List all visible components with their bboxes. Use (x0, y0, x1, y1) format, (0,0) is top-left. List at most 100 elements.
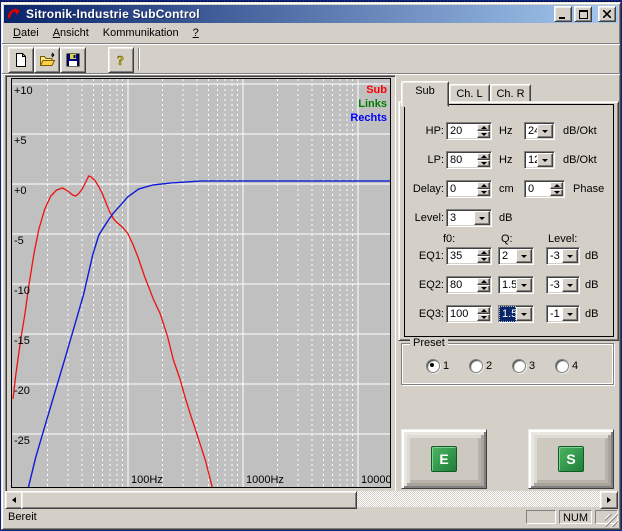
dropdown-arrow-icon[interactable] (562, 278, 578, 292)
eq3-level-select[interactable]: -1 (546, 305, 580, 323)
delay-value: 0 (447, 181, 477, 197)
app-icon (7, 7, 21, 21)
hp-frequency-spinner[interactable] (477, 124, 490, 138)
eq1-level-select[interactable]: -3 (546, 247, 580, 265)
horizontal-scrollbar[interactable] (5, 491, 618, 507)
num-lock-indicator: NUM (559, 510, 592, 524)
preset-title: Preset (410, 337, 448, 349)
open-file-icon (39, 52, 56, 68)
delay-input[interactable]: 0 (446, 180, 492, 198)
eq3-f0-input[interactable]: 100 (446, 305, 492, 323)
level-value: 3 (447, 210, 474, 226)
scroll-right-button[interactable] (600, 491, 618, 509)
lp-slope-select[interactable]: 12 (524, 151, 555, 169)
maximize-icon (579, 10, 588, 19)
save-file-button[interactable] (60, 47, 86, 73)
y-axis-label: -15 (14, 335, 30, 347)
preset-radio-3[interactable] (512, 359, 526, 373)
delay-spinner[interactable] (477, 182, 490, 196)
preset-radio-1[interactable] (426, 359, 440, 373)
tab-ch-l-label: Ch. L (456, 88, 482, 100)
eq1-f0-value: 35 (447, 248, 477, 264)
preset-radio-4[interactable] (555, 359, 569, 373)
eq1-f0-input[interactable]: 35 (446, 247, 492, 265)
eq1-q-value: 2 (499, 248, 516, 264)
spin-up-icon (481, 251, 487, 254)
preset-radio-2[interactable] (469, 359, 483, 373)
minimize-button[interactable] (554, 6, 572, 22)
phase-spinner[interactable] (550, 182, 563, 196)
x-axis-label: 1000Hz (246, 474, 284, 486)
s-button[interactable]: S (528, 429, 614, 489)
eq3-q-select[interactable]: 1.5 (498, 305, 534, 323)
eq1-q-select[interactable]: 2 (498, 247, 534, 265)
y-axis-label: -5 (14, 235, 24, 247)
spin-down-icon (481, 316, 487, 319)
tab-sub-label: Sub (415, 85, 435, 97)
eq2-level-value: -3 (547, 277, 562, 293)
eq2-f0-spinner[interactable] (477, 278, 490, 292)
toolbar: ? (4, 45, 618, 73)
spin-up-icon (481, 155, 487, 158)
menu-ansicht[interactable]: Ansicht (46, 25, 96, 41)
help-button[interactable]: ? (108, 47, 134, 73)
dropdown-arrow-icon[interactable] (537, 153, 553, 167)
preset-label-4: 4 (572, 360, 578, 372)
close-button[interactable] (598, 6, 616, 22)
lp-slope-value: 12 (525, 152, 537, 168)
eq1-f0-spinner[interactable] (477, 249, 490, 263)
preset-label-2: 2 (486, 360, 492, 372)
eq2-q-select[interactable]: 1.5 (498, 276, 534, 294)
spin-up-icon (481, 184, 487, 187)
controls-frame (404, 104, 614, 337)
spin-down-icon (481, 191, 487, 194)
e-button[interactable]: E (401, 429, 487, 489)
menu-help[interactable]: ? (186, 25, 206, 41)
dropdown-arrow-icon[interactable] (474, 211, 490, 225)
legend-rechts: Rechts (350, 112, 387, 124)
chart-view: +10+5+0-5-10-15-20-25100Hz1000Hz10000HzS… (5, 75, 396, 493)
preset-label-1: 1 (443, 360, 449, 372)
dropdown-arrow-icon[interactable] (516, 249, 532, 263)
legend-sub: Sub (366, 84, 387, 96)
spin-up-icon (481, 126, 487, 129)
dropdown-arrow-icon[interactable] (562, 249, 578, 263)
e-button-tile: E (431, 446, 457, 472)
status-bar: Bereit NUM (4, 508, 618, 527)
resize-grip[interactable] (605, 514, 618, 527)
menu-kommunikation[interactable]: Kommunikation (96, 25, 186, 41)
frequency-response-plot[interactable]: +10+5+0-5-10-15-20-25100Hz1000Hz10000HzS… (11, 78, 391, 488)
open-file-button[interactable] (34, 47, 60, 73)
x-axis-label: 100Hz (131, 474, 163, 486)
scrollbar-thumb[interactable] (21, 491, 357, 509)
dropdown-arrow-icon[interactable] (562, 307, 578, 321)
preset-label-3: 3 (529, 360, 535, 372)
tab-sub[interactable]: Sub (401, 81, 449, 107)
toolbar-separator (138, 48, 140, 70)
title-bar[interactable]: Sitronik-Industrie SubControl (4, 5, 618, 23)
spin-down-icon (481, 162, 487, 165)
menu-datei[interactable]: Datei (6, 25, 46, 41)
dropdown-arrow-icon[interactable] (516, 307, 532, 321)
hp-frequency-input[interactable]: 20 (446, 122, 492, 140)
eq2-q-value: 1.5 (499, 277, 516, 293)
eq2-f0-input[interactable]: 80 (446, 276, 492, 294)
level-select[interactable]: 3 (446, 209, 492, 227)
y-axis-label: -25 (14, 435, 30, 447)
phase-input[interactable]: 0 (524, 180, 565, 198)
new-document-button[interactable] (8, 47, 34, 73)
tab-ch-r-label: Ch. R (496, 88, 524, 100)
maximize-button[interactable] (574, 6, 592, 22)
lp-frequency-spinner[interactable] (477, 153, 490, 167)
dropdown-arrow-icon[interactable] (516, 278, 532, 292)
eq3-f0-spinner[interactable] (477, 307, 490, 321)
legend-links: Links (358, 98, 387, 110)
hp-slope-select[interactable]: 24 (524, 122, 555, 140)
eq3-q-value: 1.5 (499, 306, 516, 322)
lp-frequency-input[interactable]: 80 (446, 151, 492, 169)
dropdown-arrow-icon[interactable] (537, 124, 553, 138)
y-axis-label: +5 (14, 135, 27, 147)
eq2-level-select[interactable]: -3 (546, 276, 580, 294)
save-file-icon (65, 52, 81, 68)
lp-frequency-value: 80 (447, 152, 477, 168)
